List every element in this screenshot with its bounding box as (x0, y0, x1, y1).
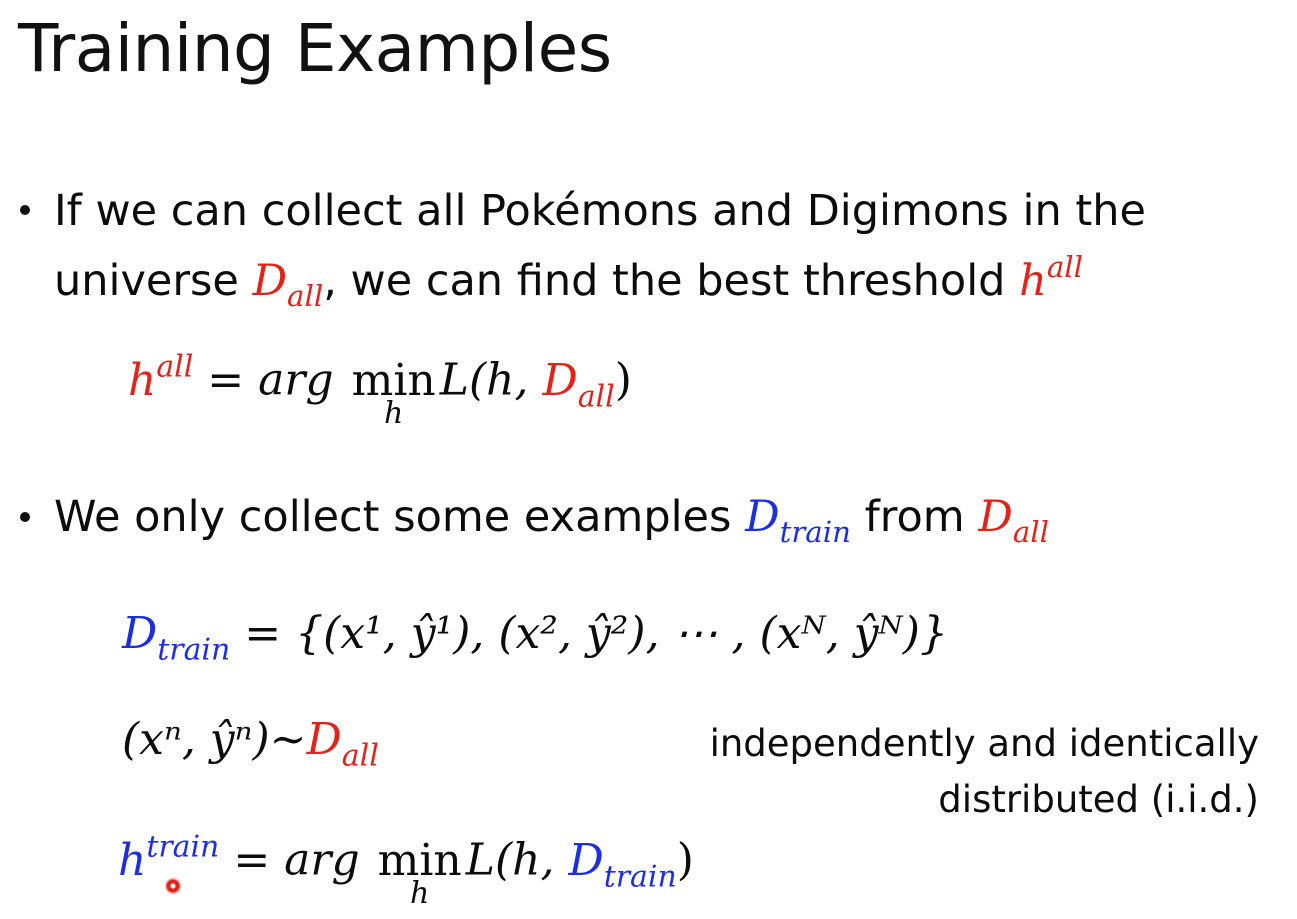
eq4-D-train: Dtrain (568, 834, 677, 894)
bullet-1-dot (20, 205, 30, 215)
slide-title: Training Examples (18, 10, 612, 87)
iid-note-line-2: distributed (i.i.d.) (938, 778, 1259, 821)
bullet-2-text-1: We only collect some examples (54, 492, 746, 542)
iid-note: independently and identically distribute… (710, 716, 1259, 828)
eq2-D-train: Dtrain (122, 608, 231, 668)
bullet-1-threshold-text: , we can find the best threshold (323, 256, 1020, 307)
equation-sampling: (xⁿ, ŷⁿ)~Dall (122, 714, 379, 774)
bullet-2-line: We only collect some examples Dtrain fro… (54, 496, 1049, 547)
equation-h-train: htrain = arg min h L(h, Dtrain) (118, 829, 694, 911)
D-train-symbol: Dtrain (745, 492, 851, 550)
bullet-1-line-1: If we can collect all Pokémons and Digim… (54, 186, 1146, 236)
D-all-symbol-2: Dall (978, 492, 1049, 550)
equation-h-all: hall = arg min h L(h, Dall) (128, 349, 632, 431)
eq1-min-operator: min h (351, 354, 436, 431)
iid-note-line-1: independently and identically (709, 722, 1259, 765)
eq1-D-all: Dall (542, 354, 615, 414)
bullet-1-universe-text: universe (54, 256, 253, 307)
eq1-lhs: hall (128, 349, 194, 406)
eq4-min-operator: min h (377, 834, 462, 911)
h-all-symbol: hall (1019, 250, 1083, 307)
eq3-D-all: Dall (306, 714, 379, 774)
D-all-symbol: Dall (252, 256, 324, 314)
equation-D-train-set: Dtrain = {(x¹, ŷ¹), (x², ŷ²), ⋯ , (xᴺ, ŷ… (122, 608, 948, 668)
bullet-1-line-2: universe Dall, we can find the best thre… (54, 250, 1083, 314)
bullet-2-text-2: from (850, 492, 979, 542)
bullet-2-dot (20, 512, 30, 522)
pointer-cursor-icon (165, 878, 181, 894)
